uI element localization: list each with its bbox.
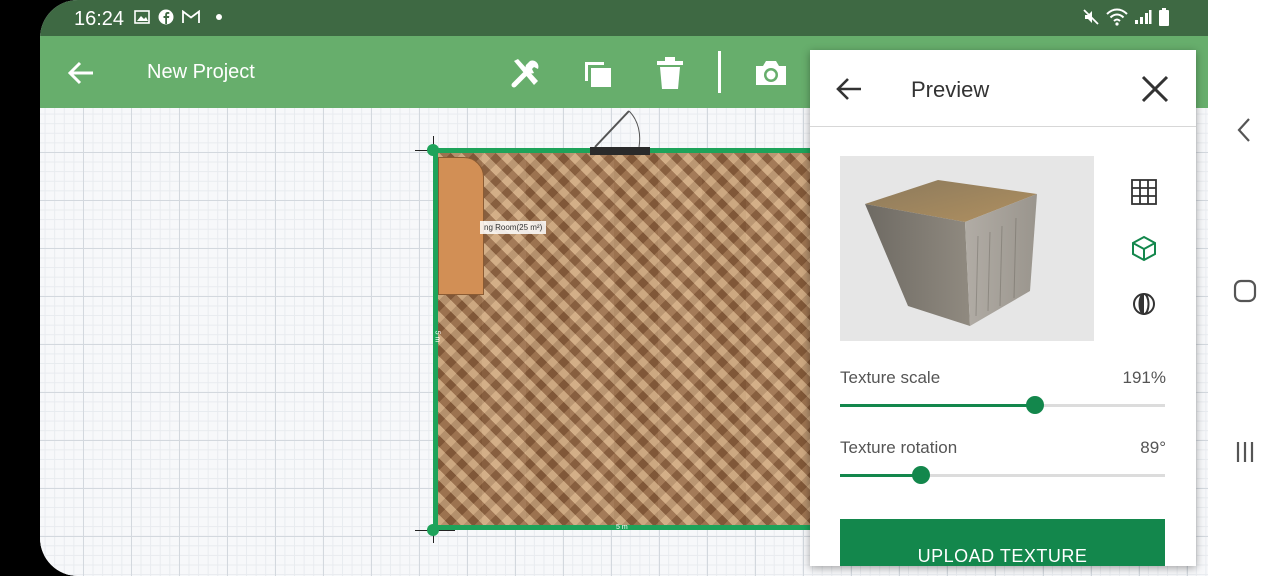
slider-thumb[interactable] xyxy=(912,466,931,484)
texture-preview-panel: Preview Texture scale 191% Texture rotat… xyxy=(810,50,1196,566)
cube-view-icon xyxy=(1132,235,1156,262)
nav-home-icon[interactable] xyxy=(1230,276,1260,306)
dimension-bottom: 5 m xyxy=(616,524,628,531)
wood-cube-preview xyxy=(865,180,1037,326)
copy-button[interactable] xyxy=(580,55,616,91)
tools-button[interactable] xyxy=(508,55,544,91)
signal-icon xyxy=(1135,10,1152,24)
corner-handle[interactable] xyxy=(427,524,439,536)
upload-texture-button[interactable]: UPLOAD TEXTURE xyxy=(840,519,1165,566)
texture-preview-image xyxy=(840,156,1094,341)
cube-view-button[interactable] xyxy=(1128,232,1160,264)
texture-scale-value: 191% xyxy=(1122,368,1166,387)
door[interactable] xyxy=(590,147,650,155)
grid-view-button[interactable] xyxy=(1128,176,1160,208)
toolbar-divider xyxy=(718,51,721,93)
more-notifications-dot xyxy=(216,14,222,20)
copy-icon xyxy=(585,62,611,87)
delete-button[interactable] xyxy=(652,55,688,91)
slider-fill xyxy=(840,404,1035,407)
status-notification-icons xyxy=(134,9,222,25)
camera-button[interactable] xyxy=(753,55,789,91)
texture-rotation-value: 89° xyxy=(1140,438,1166,457)
door-swing-icon xyxy=(594,110,641,148)
sphere-view-button[interactable] xyxy=(1128,288,1160,320)
room-label[interactable]: ng Room(25 m²) xyxy=(480,221,547,234)
status-time: 16:24 xyxy=(74,8,125,30)
room-shape[interactable]: ng Room(25 m²) 5 m 5 m xyxy=(433,110,853,531)
back-arrow-icon[interactable] xyxy=(66,58,96,88)
tools-icon xyxy=(511,59,539,88)
corner-handle[interactable] xyxy=(427,144,439,156)
camera-icon xyxy=(756,61,786,85)
dimension-left: 5 m xyxy=(433,330,441,343)
texture-scale-slider[interactable] xyxy=(840,395,1165,415)
device-screen: 16:24 New Project ng Room(25 m²) 5 m 5 m… xyxy=(40,0,1208,576)
mute-icon xyxy=(1083,9,1099,25)
slider-thumb[interactable] xyxy=(1026,396,1044,414)
status-bar: 16:24 xyxy=(40,0,1208,36)
nav-back-icon[interactable] xyxy=(1230,115,1260,145)
panel-title: Preview xyxy=(911,77,990,102)
facebook-icon xyxy=(158,9,174,25)
texture-scale-label: Texture scale xyxy=(840,368,941,387)
slider-fill xyxy=(840,474,922,477)
floor-plan-canvas[interactable]: ng Room(25 m²) 5 m 5 m Preview Texture s… xyxy=(40,50,1208,576)
panel-back-icon[interactable] xyxy=(834,74,864,104)
furniture-cabinet[interactable] xyxy=(438,157,484,295)
android-nav-bar xyxy=(1208,0,1280,576)
project-title: New Project xyxy=(147,61,255,83)
nav-recents-icon[interactable] xyxy=(1230,437,1260,467)
grid-view-icon xyxy=(1131,179,1157,205)
battery-icon xyxy=(1159,8,1169,26)
sphere-view-icon xyxy=(1133,293,1155,315)
texture-rotation-slider[interactable] xyxy=(840,465,1165,485)
panel-header: Preview xyxy=(810,50,1196,127)
gmail-icon xyxy=(182,10,200,23)
close-icon[interactable] xyxy=(1138,72,1172,106)
gallery-icon xyxy=(134,10,150,24)
texture-rotation-label: Texture rotation xyxy=(840,438,958,457)
wifi-icon xyxy=(1106,8,1128,26)
status-system-icons xyxy=(1082,8,1170,26)
trash-icon xyxy=(657,57,683,89)
